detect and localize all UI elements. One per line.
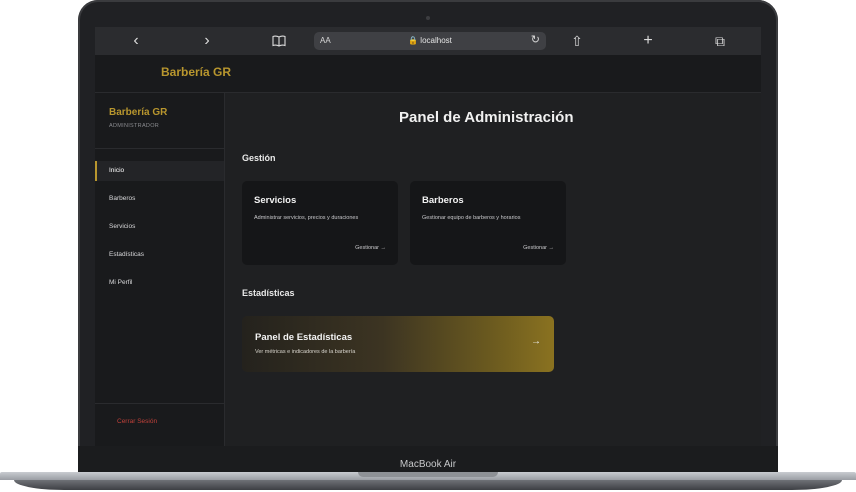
sidebar-item-inicio[interactable]: Inicio xyxy=(95,161,224,181)
sidebar-item-barberos[interactable]: Barberos xyxy=(95,189,224,209)
back-icon[interactable]: ‹ xyxy=(128,32,144,50)
share-icon[interactable]: ⇧ xyxy=(569,32,585,50)
forward-icon[interactable]: › xyxy=(199,32,215,50)
sidebar: Barbería GR ADMINISTRADOR Inicio Barbero… xyxy=(95,93,225,446)
header-brand[interactable]: Barbería GR xyxy=(161,65,231,79)
sidebar-brand: Barbería GR xyxy=(109,107,168,118)
card-title: Servicios xyxy=(254,195,297,206)
manage-servicios-link[interactable]: Gestionar → xyxy=(355,245,386,251)
sidebar-role: ADMINISTRADOR xyxy=(109,123,160,129)
device-model-label: MacBook Air xyxy=(399,459,457,470)
laptop-base-bottom xyxy=(14,480,842,490)
sidebar-item-mi-perfil[interactable]: Mi Perfil xyxy=(95,273,224,293)
laptop-base xyxy=(0,472,856,492)
page-title: Panel de Administración xyxy=(399,109,574,126)
section-title-estadisticas: Estadísticas xyxy=(242,288,295,298)
stats-panel-card[interactable]: Panel de Estadísticas Ver métricas e ind… xyxy=(242,316,554,372)
section-title-gestion: Gestión xyxy=(242,153,276,163)
servicios-card[interactable]: Servicios Administrar servicios, precios… xyxy=(242,181,398,265)
tabs-overview-icon[interactable]: ⧉ xyxy=(712,32,728,50)
laptop-notch xyxy=(358,472,498,477)
app-header: Barbería GR xyxy=(95,55,761,93)
camera-icon xyxy=(426,16,430,20)
barberos-card[interactable]: Barberos Gestionar equipo de barberos y … xyxy=(410,181,566,265)
reload-icon[interactable]: ↻ xyxy=(531,33,540,46)
arrow-right-icon[interactable]: → xyxy=(531,336,541,347)
logout-button[interactable]: Cerrar Sesión xyxy=(117,418,157,425)
browser-toolbar: ‹ › AA 🔒 localhost ↻ ⇧ + ⧉ xyxy=(95,27,761,55)
manage-barberos-link[interactable]: Gestionar → xyxy=(523,245,554,251)
sidebar-item-estadisticas[interactable]: Estadísticas xyxy=(95,245,224,265)
stats-card-title: Panel de Estadísticas xyxy=(255,332,353,343)
sidebar-divider xyxy=(95,403,224,404)
main-content: Panel de Administración Gestión Servicio… xyxy=(225,93,761,446)
card-title: Barberos xyxy=(422,195,464,206)
new-tab-icon[interactable]: + xyxy=(640,32,656,50)
card-description: Administrar servicios, precios y duracio… xyxy=(254,215,359,221)
card-description: Gestionar equipo de barberos y horarios xyxy=(422,215,521,221)
sidebar-divider xyxy=(95,148,224,149)
stats-card-description: Ver métricas e indicadores de la barberí… xyxy=(255,349,356,355)
bookmarks-icon[interactable] xyxy=(271,32,287,50)
address-bar[interactable]: AA 🔒 localhost ↻ xyxy=(314,32,546,50)
sidebar-item-servicios[interactable]: Servicios xyxy=(95,217,224,237)
screen: ‹ › AA 🔒 localhost ↻ ⇧ + ⧉ Barbería GR B… xyxy=(95,27,761,446)
url-text[interactable]: 🔒 localhost xyxy=(314,36,546,45)
